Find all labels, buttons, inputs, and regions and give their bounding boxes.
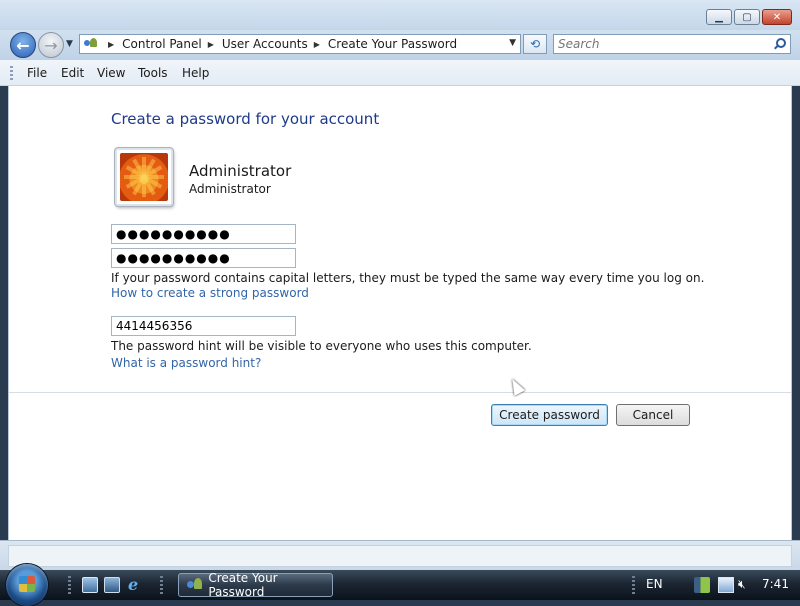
tray-grip [632,576,635,594]
language-indicator[interactable]: EN [646,577,663,591]
taskbar-grip [68,576,71,594]
user-accounts-icon [187,578,203,592]
breadcrumb-separator-icon[interactable]: ▶ [314,40,320,49]
menu-grip [10,66,13,80]
internet-explorer-icon[interactable]: e [128,575,144,594]
search-icon[interactable] [774,38,786,48]
breadcrumb-control-panel[interactable]: Control Panel [122,37,202,51]
avatar [115,148,173,206]
breadcrumb-create-your-password[interactable]: Create Your Password [328,37,457,51]
show-desktop-icon[interactable] [82,577,98,593]
new-password-field[interactable] [111,224,296,244]
display-icon[interactable] [718,577,734,593]
maximize-button[interactable]: ▢ [734,9,760,25]
password-hint-note: The password hint will be visible to eve… [111,339,532,353]
page-title: Create a password for your account [111,110,380,128]
user-name: Administrator [189,162,292,180]
breadcrumb-separator-icon[interactable]: ▶ [208,40,214,49]
title-bar: ▁ ▢ ✕ [0,0,800,30]
switch-windows-icon[interactable] [104,577,120,593]
volume-muted-icon[interactable]: 🔇︎ [738,577,754,593]
network-icon[interactable] [694,577,710,593]
search-box[interactable] [553,34,791,54]
cancel-button[interactable]: Cancel [616,404,690,426]
taskbar-button-label: Create Your Password [208,571,278,599]
flower-picture-icon [120,153,168,201]
status-bar [0,540,800,570]
password-hint-field[interactable] [111,316,296,336]
recent-pages-chevron-icon[interactable]: ▼ [66,39,76,51]
user-accounts-icon [84,38,98,50]
caption-buttons: ▁ ▢ ✕ [706,9,792,25]
password-hint-link[interactable]: What is a password hint? [111,356,261,370]
divider [9,392,791,393]
clock[interactable]: 7:41 [762,577,789,591]
menu-view[interactable]: View [97,66,125,80]
breadcrumb-user-accounts[interactable]: User Accounts [222,37,308,51]
address-dropdown-chevron-icon[interactable]: ▼ [509,38,516,48]
menu-help[interactable]: Help [182,66,209,80]
create-password-button[interactable]: Create password [491,404,608,426]
strong-password-link[interactable]: How to create a strong password [111,286,309,300]
taskbar-button-create-your-password[interactable]: Create Your Password [178,571,333,599]
confirm-password-field[interactable] [111,248,296,268]
back-arrow-icon[interactable]: ← [10,32,36,58]
taskbar: e Create Your Password EN 🔇︎ 7:41 [0,564,800,606]
main-content: Create a password for your account Admin… [8,86,792,540]
minimize-button[interactable]: ▁ [706,9,732,25]
menu-bar: File Edit View Tools Help [0,60,800,86]
taskbar-grip [160,576,163,594]
forward-arrow-icon[interactable]: → [38,32,64,58]
search-input[interactable] [554,36,760,52]
close-button[interactable]: ✕ [762,9,792,25]
capital-letters-note: If your password contains capital letter… [111,271,705,285]
status-bar-panel [8,545,792,567]
refresh-icon[interactable]: ⟲ [523,34,547,54]
menu-edit[interactable]: Edit [61,66,84,80]
breadcrumb-separator-icon[interactable]: ▶ [108,40,114,49]
menu-tools[interactable]: Tools [138,66,168,80]
address-bar[interactable]: ▶ Control Panel ▶ User Accounts ▶ Create… [79,34,521,54]
user-role: Administrator [189,182,271,196]
menu-file[interactable]: File [27,66,47,80]
